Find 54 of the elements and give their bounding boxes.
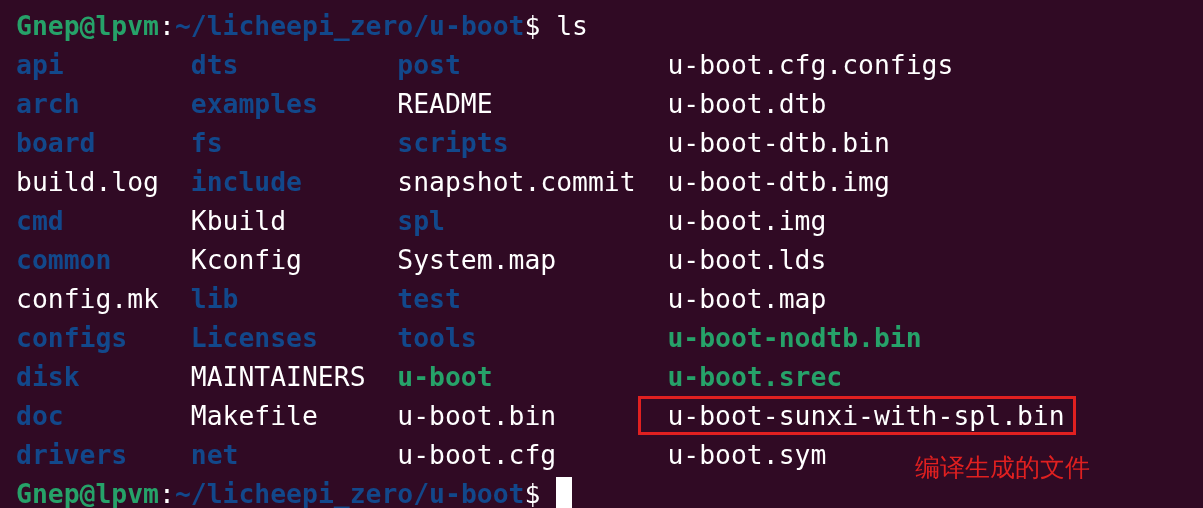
file-name: u-boot.cfg.configs [667,48,954,82]
file-name: u-boot-sunxi-with-spl.bin [641,399,1073,432]
file-name: u-boot.sym [667,438,827,472]
file-name: u-boot.img [667,204,827,238]
file-name: u-boot-dtb.img [667,165,890,199]
directory-name: drivers [16,438,128,472]
prompt-symbol: $ [524,10,541,41]
file-name: u-boot.cfg [397,438,557,472]
file-name: README [397,87,493,121]
file-name: u-boot.srec [667,360,843,394]
directory-name: fs [190,126,223,160]
directory-name: net [190,438,239,472]
directory-name: post [397,48,461,82]
directory-name: examples [190,87,318,121]
directory-name: arch [16,87,80,121]
cursor [556,477,573,508]
prompt-separator: : [159,10,175,41]
directory-name: cmd [16,204,64,238]
annotation-text: 编译生成的文件 [915,452,1090,484]
directory-name: disk [16,360,80,394]
file-name: u-boot [397,360,493,394]
file-name: System.map [397,243,557,277]
file-name: MAINTAINERS [190,360,366,394]
directory-name: common [16,243,112,277]
directory-name: test [397,282,461,316]
file-name: Kbuild [190,204,287,238]
file-name: u-boot-dtb.bin [667,126,890,160]
directory-name: board [16,126,96,160]
file-name: u-boot.lds [667,243,827,277]
directory-name: dts [190,48,239,82]
file-name: build.log [16,165,159,199]
directory-name: spl [397,204,445,238]
file-name: config.mk [16,282,159,316]
prompt-path: ~/licheepi_zero/u-boot [174,10,525,41]
directory-name: configs [16,321,128,355]
file-name: Kconfig [190,243,302,277]
directory-name: doc [16,399,64,433]
directory-name: tools [397,321,477,355]
file-name: snapshot.commit [397,165,636,199]
file-name: u-boot-nodtb.bin [667,321,922,355]
file-name: Makefile [190,399,318,433]
file-name: u-boot.dtb [667,87,827,121]
prompt-separator: : [159,478,175,508]
prompt-user-host: Gnep@lpvm [16,478,159,508]
file-name: u-boot.map [667,282,827,316]
directory-name: scripts [397,126,509,160]
file-name: u-boot.bin [397,399,557,433]
prompt-symbol: $ [524,478,541,508]
directory-name: api [16,48,64,82]
directory-name: lib [190,282,239,316]
directory-name: include [190,165,302,199]
prompt-user-host: Gnep@lpvm [16,10,159,41]
directory-name: Licenses [190,321,318,355]
command-text: ls [556,10,588,41]
